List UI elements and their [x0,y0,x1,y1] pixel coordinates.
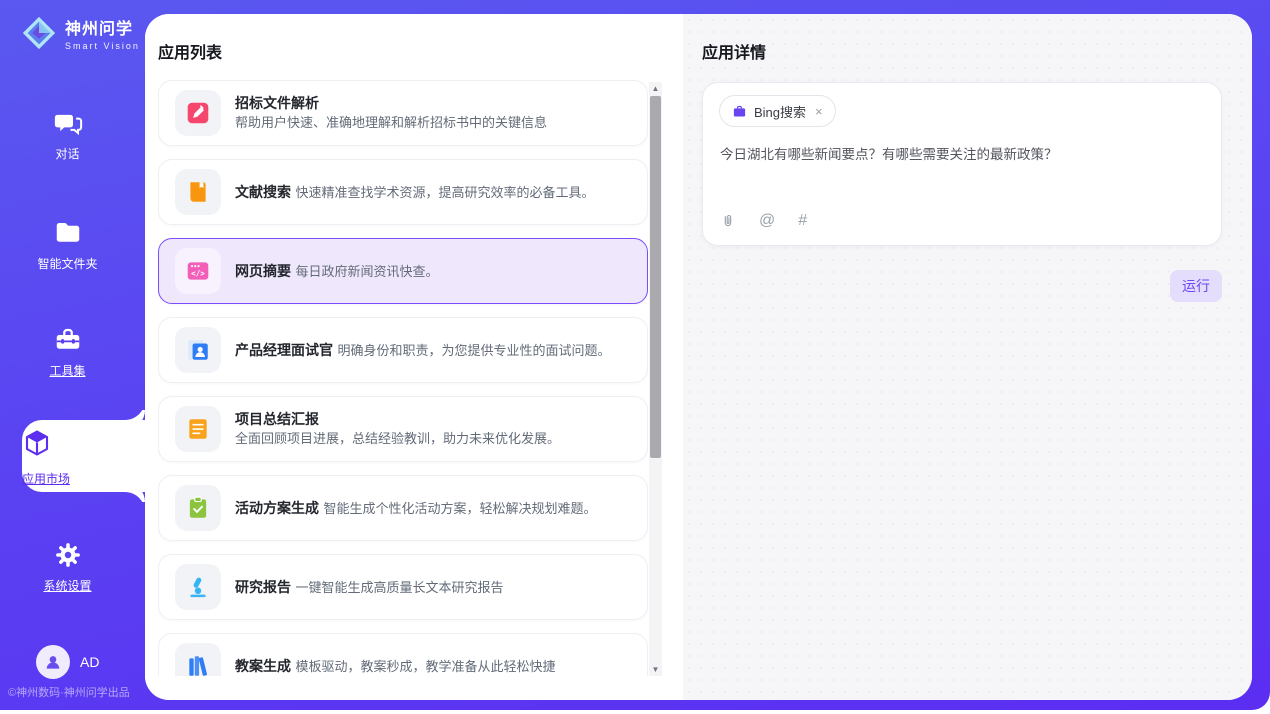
sidebar-item-label: 应用市场 [22,470,145,487]
run-button[interactable]: 运行 [1170,270,1222,302]
app-screen: 神州问学 Smart Vision 对话 智能文件夹 [0,0,1270,714]
app-card-project-summary[interactable]: 项目总结汇报 全面回顾项目进展，总结经验教训，助力未来优化发展。 [158,396,648,462]
notepad-icon [185,416,211,442]
sidebar-item-chat[interactable]: 对话 [0,108,135,162]
app-detail-title: 应用详情 [702,39,766,63]
sidebar-item-label: 工具集 [0,362,135,379]
brand-logo: 神州问学 Smart Vision [20,14,140,52]
app-card-literature-search[interactable]: 文献搜索 快速精准查找学术资源，提高研究效率的必备工具。 [158,159,648,225]
app-title: 产品经理面试官 [235,342,333,358]
app-title: 教案生成 [235,658,291,674]
brand-name: 神州问学 [65,15,140,39]
briefcase-icon [732,104,747,119]
app-list-title: 应用列表 [158,39,222,63]
query-text[interactable]: 今日湖北有哪些新闻要点？有哪些需要关注的最新政策？ [720,145,1206,165]
sidebar: 神州问学 Smart Vision 对话 智能文件夹 [0,0,145,710]
app-title: 招标文件解析 [235,95,319,111]
app-desc: 明确身份和职责，为您提供专业性的面试问题。 [337,343,610,358]
sidebar-item-label: 系统设置 [0,577,135,594]
app-title: 研究报告 [235,579,291,595]
hash-icon[interactable]: # [798,212,807,230]
books-icon [185,653,211,676]
app-list-scrollbar[interactable]: ▲ ▼ [649,82,662,676]
icon-tile [175,564,221,610]
icon-tile [175,406,221,452]
app-title: 网页摘要 [235,263,291,279]
sidebar-item-label: 智能文件夹 [0,255,135,272]
tag-close-icon[interactable]: × [815,104,823,119]
svg-text:</>: </> [191,269,205,278]
folder-icon [53,218,83,248]
app-card-event-plan[interactable]: 活动方案生成 智能生成个性化活动方案，轻松解决规划难题。 [158,475,648,541]
icon-tile: </> [175,248,221,294]
book-icon [185,179,211,205]
cube-icon [22,428,52,458]
app-title: 文献搜索 [235,184,291,200]
app-desc: 智能生成个性化活动方案，轻松解决规划难题。 [323,501,596,516]
browser-code-icon: </> [185,258,211,284]
app-card-bid-parse[interactable]: 招标文件解析 帮助用户快速、准确地理解和解析招标书中的关键信息 [158,80,648,146]
icon-tile [175,90,221,136]
clipboard-check-icon [185,495,211,521]
sidebar-item-label: 对话 [0,145,135,162]
app-card-web-digest[interactable]: </> 网页摘要 每日政府新闻资讯快查。 [158,238,648,304]
icon-tile [175,485,221,531]
gear-icon [53,540,83,570]
edit-document-icon [185,100,211,126]
app-desc: 快速精准查找学术资源，提高研究效率的必备工具。 [295,185,594,200]
app-desc: 帮助用户快速、准确地理解和解析招标书中的关键信息 [235,115,547,130]
app-card-lesson-plan[interactable]: 教案生成 模板驱动，教案秒成，教学准备从此轻松快捷 [158,633,648,676]
app-list-scroll-area: 招标文件解析 帮助用户快速、准确地理解和解析招标书中的关键信息 文 [158,80,648,676]
app-desc: 全面回顾项目进展，总结经验教训，助力未来优化发展。 [235,431,560,446]
app-list-panel: 应用列表 招标文件解析 帮助用户快速、准确地理 [145,14,683,700]
icon-tile [175,169,221,215]
brand-tagline: Smart Vision [65,41,140,51]
app-title: 活动方案生成 [235,500,319,516]
toolbox-icon [53,325,83,355]
copyright-text: ©神州数码·神州问学出品 [8,684,145,700]
tool-tag-label: Bing搜索 [754,102,806,121]
app-desc: 每日政府新闻资讯快查。 [295,264,438,279]
avatar [36,645,70,679]
app-desc: 模板驱动，教案秒成，教学准备从此轻松快捷 [295,659,555,674]
mention-icon[interactable]: @ [759,212,775,230]
tool-tag-bing-search[interactable]: Bing搜索 × [719,95,836,127]
sidebar-item-toolbox[interactable]: 工具集 [0,325,135,379]
app-title: 项目总结汇报 [235,411,319,427]
icon-tile [175,327,221,373]
app-card-pm-interviewer[interactable]: 产品经理面试官 明确身份和职责，为您提供专业性的面试问题。 [158,317,648,383]
person-icon [43,652,63,672]
scroll-up-icon[interactable]: ▲ [649,82,662,95]
app-detail-panel: 应用详情 Bing搜索 × 今日湖北有哪些新闻要点？有哪些需要关注的最新政策？ … [683,14,1252,700]
main-content: 应用列表 招标文件解析 帮助用户快速、准确地理 [145,14,1252,700]
user-initials: AD [80,654,99,670]
prompt-toolbar: @ # [720,212,807,230]
chat-icon [53,108,83,138]
app-card-research-report[interactable]: 研究报告 一键智能生成高质量长文本研究报告 [158,554,648,620]
brand-diamond-icon [20,14,58,52]
scroll-down-icon[interactable]: ▼ [649,663,662,676]
microscope-icon [185,574,211,600]
user-account[interactable]: AD [36,645,99,679]
sidebar-item-smart-folder[interactable]: 智能文件夹 [0,218,135,272]
app-desc: 一键智能生成高质量长文本研究报告 [295,580,503,595]
interviewer-icon [185,337,211,363]
paperclip-icon[interactable] [720,212,736,230]
prompt-card[interactable]: Bing搜索 × 今日湖北有哪些新闻要点？有哪些需要关注的最新政策？ @ # [702,82,1222,246]
sidebar-item-app-market[interactable]: 应用市场 [22,420,145,492]
icon-tile [175,643,221,676]
sidebar-item-settings[interactable]: 系统设置 [0,540,135,594]
scrollbar-thumb[interactable] [650,96,661,458]
